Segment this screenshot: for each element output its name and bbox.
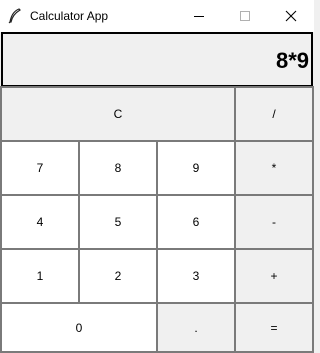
close-icon xyxy=(285,10,297,22)
minimize-icon xyxy=(193,10,205,22)
digit-9-button[interactable]: 9 xyxy=(156,140,236,196)
digit-6-button[interactable]: 6 xyxy=(156,194,236,250)
digit-4-button[interactable]: 4 xyxy=(0,194,80,250)
calculator-window: Calculator App 8*9 C / 7 8 9 * 4 5 6 - 1… xyxy=(0,0,314,353)
minimize-button[interactable] xyxy=(176,0,222,32)
subtract-button[interactable]: - xyxy=(234,194,314,250)
digit-2-button[interactable]: 2 xyxy=(78,248,158,304)
display-value: 8*9 xyxy=(275,48,309,73)
equals-button[interactable]: = xyxy=(234,302,314,353)
feather-icon xyxy=(8,8,22,24)
window-title: Calculator App xyxy=(30,9,109,23)
digit-0-button[interactable]: 0 xyxy=(0,302,158,353)
multiply-button[interactable]: * xyxy=(234,140,314,196)
digit-5-button[interactable]: 5 xyxy=(78,194,158,250)
digit-8-button[interactable]: 8 xyxy=(78,140,158,196)
decimal-button[interactable]: . xyxy=(156,302,236,353)
digit-1-button[interactable]: 1 xyxy=(0,248,80,304)
title-bar: Calculator App xyxy=(0,0,314,32)
maximize-icon xyxy=(239,10,251,22)
calculator-display[interactable]: 8*9 xyxy=(1,32,313,87)
clear-button[interactable]: C xyxy=(0,86,236,142)
divide-button[interactable]: / xyxy=(234,86,314,142)
add-button[interactable]: + xyxy=(234,248,314,304)
digit-3-button[interactable]: 3 xyxy=(156,248,236,304)
maximize-button[interactable] xyxy=(222,0,268,32)
close-button[interactable] xyxy=(268,0,314,32)
digit-7-button[interactable]: 7 xyxy=(0,140,80,196)
